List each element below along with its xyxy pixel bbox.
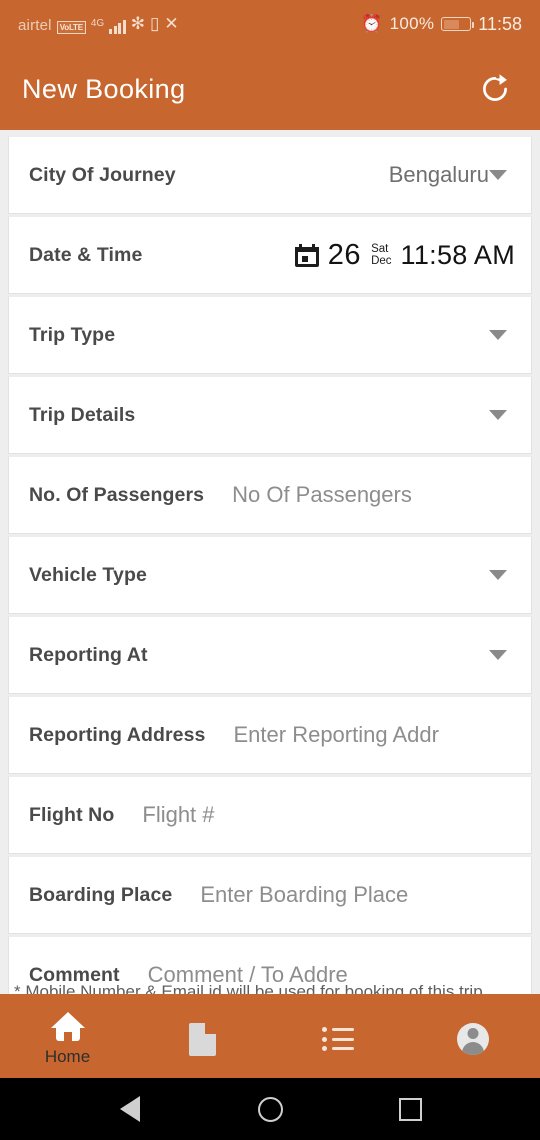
reporting-address-input[interactable]: Enter Reporting Addr — [234, 722, 516, 748]
status-bar-left: airtel VoLTE 4G ✻ ▯ ✕ — [18, 14, 179, 34]
row-label: No. Of Passengers — [29, 483, 205, 506]
system-back-button[interactable] — [90, 1078, 170, 1140]
row-label: Boarding Place — [29, 883, 173, 906]
refresh-button[interactable] — [472, 66, 518, 112]
row-label: City Of Journey — [29, 163, 176, 186]
nav-item-documents[interactable] — [135, 994, 270, 1078]
battery-percent-label: 100% — [389, 14, 435, 33]
page-title: New Booking — [22, 73, 186, 104]
form-row-flight-no[interactable]: Flight No Flight # — [8, 776, 532, 854]
passengers-input[interactable]: No Of Passengers — [232, 482, 515, 508]
form-row-reporting-address[interactable]: Reporting Address Enter Reporting Addr — [8, 696, 532, 774]
nav-item-label: Home — [44, 1046, 91, 1066]
form-row-vehicle-type[interactable]: Vehicle Type — [8, 536, 532, 614]
form-row-city-of-journey[interactable]: City Of Journey Bengaluru — [8, 136, 532, 214]
weekday-month: Sat Dec — [371, 243, 391, 267]
signal-bars-icon — [109, 19, 126, 34]
chevron-down-icon — [489, 650, 507, 660]
nav-item-home[interactable]: Home — [0, 994, 135, 1078]
calendar-icon — [294, 243, 319, 267]
row-label: Trip Details — [29, 403, 136, 426]
month-label: Dec — [371, 255, 392, 267]
row-label: Trip Type — [29, 323, 116, 346]
missed-call-icon: ✕ — [164, 14, 179, 33]
chevron-down-icon — [489, 330, 507, 340]
nav-item-account[interactable] — [405, 994, 540, 1078]
home-icon — [50, 1011, 85, 1042]
system-recents-button[interactable] — [370, 1078, 450, 1140]
network-generation-label: 4G — [90, 18, 105, 29]
form-row-no-of-passengers[interactable]: No. Of Passengers No Of Passengers — [8, 456, 532, 534]
system-home-button[interactable] — [230, 1078, 310, 1140]
chevron-down-icon — [489, 170, 507, 180]
form-footer-note: * Mobile Number & Email id will be used … — [14, 982, 483, 994]
booking-form: City Of Journey Bengaluru Date & Time 26… — [0, 130, 540, 994]
recents-square-icon — [398, 1097, 422, 1121]
row-label: Date & Time — [29, 243, 143, 266]
phone-screen: airtel VoLTE 4G ✻ ▯ ✕ ⏰ 100% 11:58 New B… — [0, 0, 540, 1140]
alarm-icon: ⏰ — [361, 14, 383, 33]
status-clock: 11:58 — [478, 13, 522, 34]
form-row-reporting-at[interactable]: Reporting At — [8, 616, 532, 694]
day-number: 26 — [327, 238, 362, 271]
back-icon — [120, 1096, 140, 1122]
time-label: 11:58 AM — [400, 239, 515, 270]
form-row-trip-type[interactable]: Trip Type — [8, 296, 532, 374]
bottom-navigation: Home — [0, 994, 540, 1078]
refresh-icon — [483, 74, 507, 101]
row-label: Vehicle Type — [29, 563, 147, 586]
vibrate-icon: ▯ — [149, 14, 160, 33]
row-label: Reporting At — [29, 643, 148, 666]
list-icon — [321, 1027, 354, 1051]
row-value: Bengaluru — [388, 162, 489, 187]
status-bar: airtel VoLTE 4G ✻ ▯ ✕ ⏰ 100% 11:58 — [0, 0, 540, 48]
nav-item-list[interactable] — [270, 994, 405, 1078]
document-icon — [189, 1022, 216, 1056]
row-label: Reporting Address — [29, 723, 206, 746]
battery-icon — [441, 17, 475, 31]
account-icon — [456, 1023, 489, 1055]
boarding-place-input[interactable]: Enter Boarding Place — [200, 882, 515, 908]
bluetooth-icon: ✻ — [130, 14, 145, 33]
carrier-label: airtel — [18, 17, 52, 34]
home-circle-icon — [257, 1096, 283, 1122]
form-row-trip-details[interactable]: Trip Details — [8, 376, 532, 454]
weekday-label: Sat — [371, 243, 389, 255]
date-time-value: 26 Sat Dec 11:58 AM — [294, 238, 515, 272]
flight-no-input[interactable]: Flight # — [142, 802, 515, 828]
form-row-date-time[interactable]: Date & Time 26 Sat Dec 11:58 AM — [8, 216, 532, 294]
chevron-down-icon — [489, 570, 507, 580]
chevron-down-icon — [489, 410, 507, 420]
app-bar: New Booking — [0, 48, 540, 130]
volte-badge: VoLTE — [56, 21, 86, 34]
android-system-bar — [0, 1078, 540, 1140]
status-bar-right: ⏰ 100% 11:58 — [361, 14, 522, 35]
row-label: Flight No — [29, 803, 115, 826]
form-row-boarding-place[interactable]: Boarding Place Enter Boarding Place — [8, 856, 532, 934]
